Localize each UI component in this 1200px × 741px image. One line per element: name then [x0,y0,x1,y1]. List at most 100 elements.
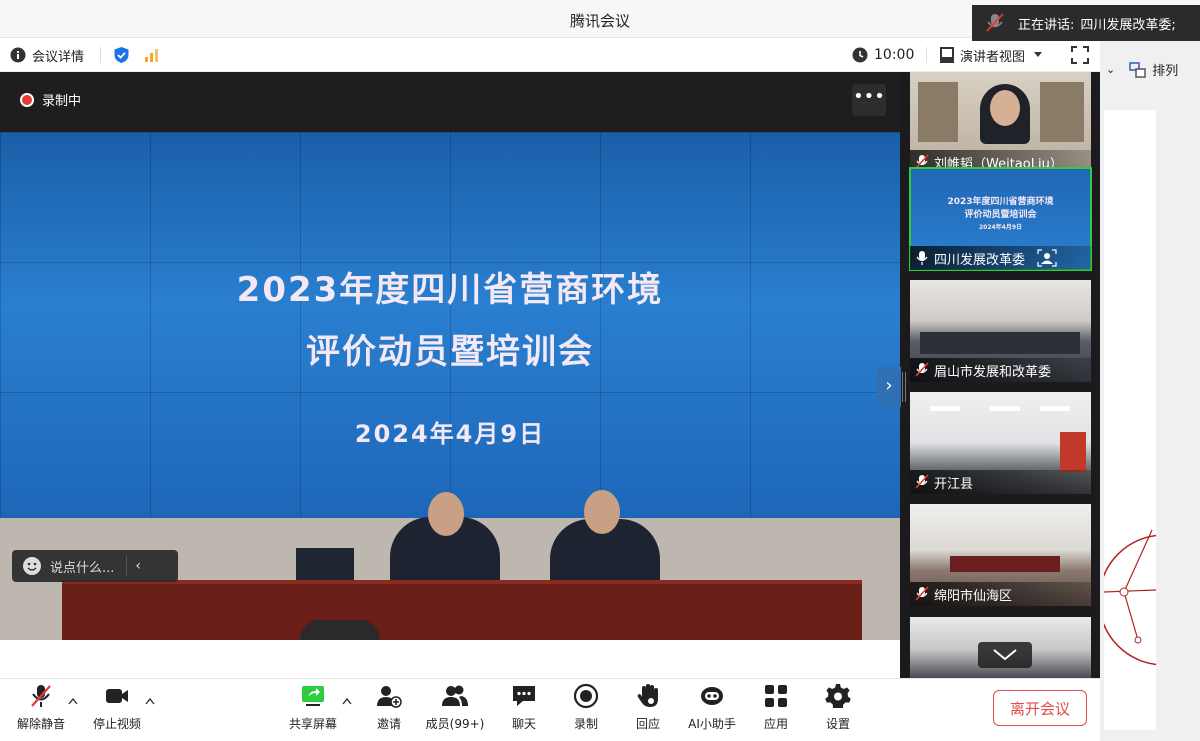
meeting-room-rows [920,332,1080,354]
settings-button[interactable]: 设置 [820,683,856,739]
chat-placeholder: 说点什么... [50,560,115,576]
apps-button[interactable]: 应用 [758,683,794,739]
view-mode-label: 演讲者视图 [960,49,1026,65]
chat-button[interactable]: 聊天 [506,683,542,739]
record-icon [573,683,599,709]
meeting-timer: 10:00 [852,38,914,72]
presenter-right-head [584,490,620,534]
recording-label: 录制中 [42,94,82,109]
participant-name: 四川发展改革委 [934,252,1026,268]
raise-hand-icon [637,684,658,707]
share-screen-button[interactable]: 共享屏幕 [286,683,340,739]
info-bar: 会议详情 10:00 演讲者视图 [0,38,1100,72]
audio-options-caret-icon[interactable] [68,697,78,705]
ai-assistant-label: AI小助手 [688,717,736,731]
speaking-indicator: 正在讲话: 四川发展改革委; [972,5,1200,41]
audience-heads [300,620,380,640]
arrange-label: 排列 [1152,64,1179,79]
network-signal-indicator[interactable] [144,38,160,72]
participant-tile[interactable]: 刘帷韬（WeitaoLiu） [910,72,1091,174]
invite-label: 邀请 [376,717,401,731]
chat-bubble-icon [513,686,535,706]
speaking-prefix: 正在讲话: [1018,17,1075,33]
document-page [1098,110,1200,730]
stop-video-button[interactable]: 停止视频 [90,683,144,739]
video-options-caret-icon[interactable] [145,697,155,705]
shield-check-icon [114,47,129,63]
reaction-button[interactable]: 回应 [630,683,666,739]
muted-mic-icon [31,685,51,707]
stop-video-label: 停止视频 [92,717,141,731]
ai-assistant-button[interactable]: AI小助手 [684,683,740,739]
projected-slide: 2023年度四川省营商环境 评价动员暨培训会 2024年4月9日 [0,132,900,518]
share-options-caret-icon[interactable] [342,697,352,705]
quick-chat-input[interactable]: 说点什么... ‹ [12,550,178,582]
decorative-graphic [1098,529,1200,666]
signal-bars-icon [145,49,158,62]
share-screen-label: 共享屏幕 [288,717,337,731]
security-shield-button[interactable] [113,38,130,72]
apps-label: 应用 [763,717,788,731]
participant-name: 绵阳市仙海区 [934,588,1013,604]
view-mode-dropdown[interactable]: 演讲者视图 [940,38,1043,72]
participant-tile-active[interactable]: 2023年度四川省营商环境 评价动员暨培训会 2024年4月9日 四川发展改革委 [909,167,1092,271]
record-dot-icon [20,92,34,107]
divider [100,47,101,63]
conference-table [950,556,1060,572]
participant-tile[interactable]: 开江县 [910,392,1091,494]
video-camera-icon [106,689,128,703]
more-options-button[interactable]: ••• [852,84,886,116]
slide-title-line2: 评价动员暨培训会 [306,332,594,372]
info-icon [10,47,26,63]
chat-label: 聊天 [511,717,536,731]
slide-date: 2024年4月9日 [354,420,546,448]
participant-label: 绵阳市仙海区 [910,582,1091,606]
ceiling-light [1040,406,1070,411]
scroll-down-button[interactable] [978,642,1032,668]
spotlight-person-icon[interactable] [1037,249,1057,267]
fullscreen-icon [1071,46,1089,64]
share-screen-icon [302,686,324,706]
chevron-down-icon: ⌄ [1106,63,1116,76]
meeting-details-label: 会议详情 [32,49,85,65]
participant-name: 开江县 [934,476,974,492]
recording-indicator[interactable]: 录制中 [20,90,81,109]
main-video-stage[interactable]: 录制中 ••• 2023年度四川省营商环境 评价动员暨培训会 2024年4月9日… [0,72,900,640]
speaker-view-icon [940,47,954,63]
add-person-icon [377,686,402,708]
tencent-meeting-window: 腾讯会议 正在讲话: 四川发展改革委; 会议详情 10:00 演讲者视图 ⌄ 排… [0,0,1200,741]
participant-name: 眉山市发展和改革委 [934,364,1052,380]
red-banner [1060,432,1086,472]
participant-tile[interactable]: 眉山市发展和改革委 [910,280,1091,382]
divider [926,47,927,63]
collapse-chevron-icon[interactable]: ‹ [135,558,141,574]
participant-tile[interactable]: 绵阳市仙海区 [910,504,1091,606]
muted-mic-icon [986,13,1004,32]
arrange-button[interactable]: ⌄ 排列 [1106,60,1179,79]
unmute-button[interactable]: 解除静音 [14,683,68,739]
emoji-icon [23,557,41,575]
expand-gallery-button[interactable]: › [877,367,901,407]
arrange-icon [1129,61,1146,78]
slide-thumb-date: 2024年4月9日 [978,224,1023,231]
invite-button[interactable]: 邀请 [370,683,408,739]
members-icon [442,685,468,706]
leave-meeting-button[interactable]: 离开会议 [993,690,1087,726]
participant-gallery[interactable]: 刘帷韬（WeitaoLiu） 2023年度四川省营商环境 评价动员暨培训会 20… [900,72,1100,678]
muted-mic-icon [915,362,929,377]
monitor [296,548,354,582]
fullscreen-button[interactable] [1071,38,1089,72]
ceiling-light [930,406,960,411]
bookshelf [918,82,958,142]
meeting-details-button[interactable]: 会议详情 [10,38,84,72]
members-button[interactable]: 成员(99+) [424,683,486,739]
participant-head [990,90,1020,126]
resize-handle[interactable] [902,372,906,402]
slide-thumb-line2: 评价动员暨培训会 [964,210,1037,220]
presenter-left-head [428,492,464,536]
divider [126,556,128,576]
slide-title-line1: 2023年度四川省营商环境 [236,270,664,310]
reaction-label: 回应 [635,717,660,731]
record-button[interactable]: 录制 [568,683,604,739]
mic-icon [916,251,928,265]
